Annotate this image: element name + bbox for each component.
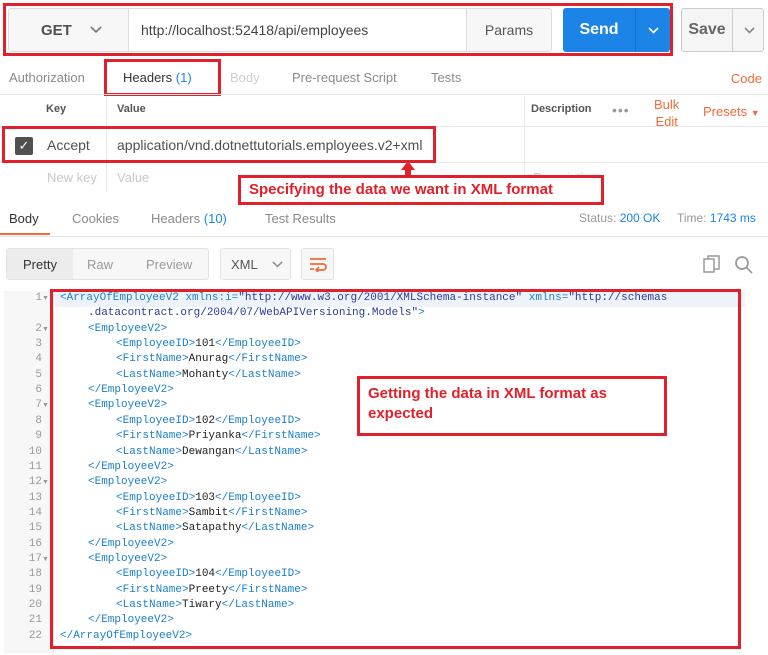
line-number: 21 <box>28 614 42 627</box>
line-number: 19 <box>28 583 42 596</box>
fold-arrow-icon: ▼ <box>42 479 49 487</box>
line-number: 18 <box>28 568 42 581</box>
line-number: 7 <box>35 399 42 412</box>
line-number: 20 <box>28 599 42 611</box>
line-number: 6 <box>35 384 42 397</box>
line-number: 16 <box>28 537 42 550</box>
line-number: 17 <box>28 552 42 565</box>
fold-arrow-icon: ▼ <box>42 402 49 410</box>
line-number: 5 <box>35 368 42 381</box>
line-number: 13 <box>28 491 42 504</box>
line-number: 14 <box>28 506 42 519</box>
fold-arrow-icon: ▼ <box>42 325 49 333</box>
line-number: 2 <box>35 322 42 335</box>
line-number: 11 <box>28 460 42 473</box>
line-number: 15 <box>28 522 42 535</box>
line-number: 10 <box>28 445 42 458</box>
fold-arrow-icon: ▼ <box>42 555 49 563</box>
annotation-response: Getting the data in XML format as expect… <box>357 376 667 436</box>
line-number: 3 <box>35 338 42 351</box>
line-number: 12 <box>28 476 42 489</box>
line-number: 4 <box>35 353 42 366</box>
line-number: 8 <box>35 414 42 427</box>
line-number: 22 <box>28 629 42 642</box>
response-body-highlight <box>50 289 741 649</box>
line-number: 9 <box>35 430 42 443</box>
fold-arrow-icon: ▼ <box>42 295 49 302</box>
line-number: 1 <box>35 292 42 304</box>
